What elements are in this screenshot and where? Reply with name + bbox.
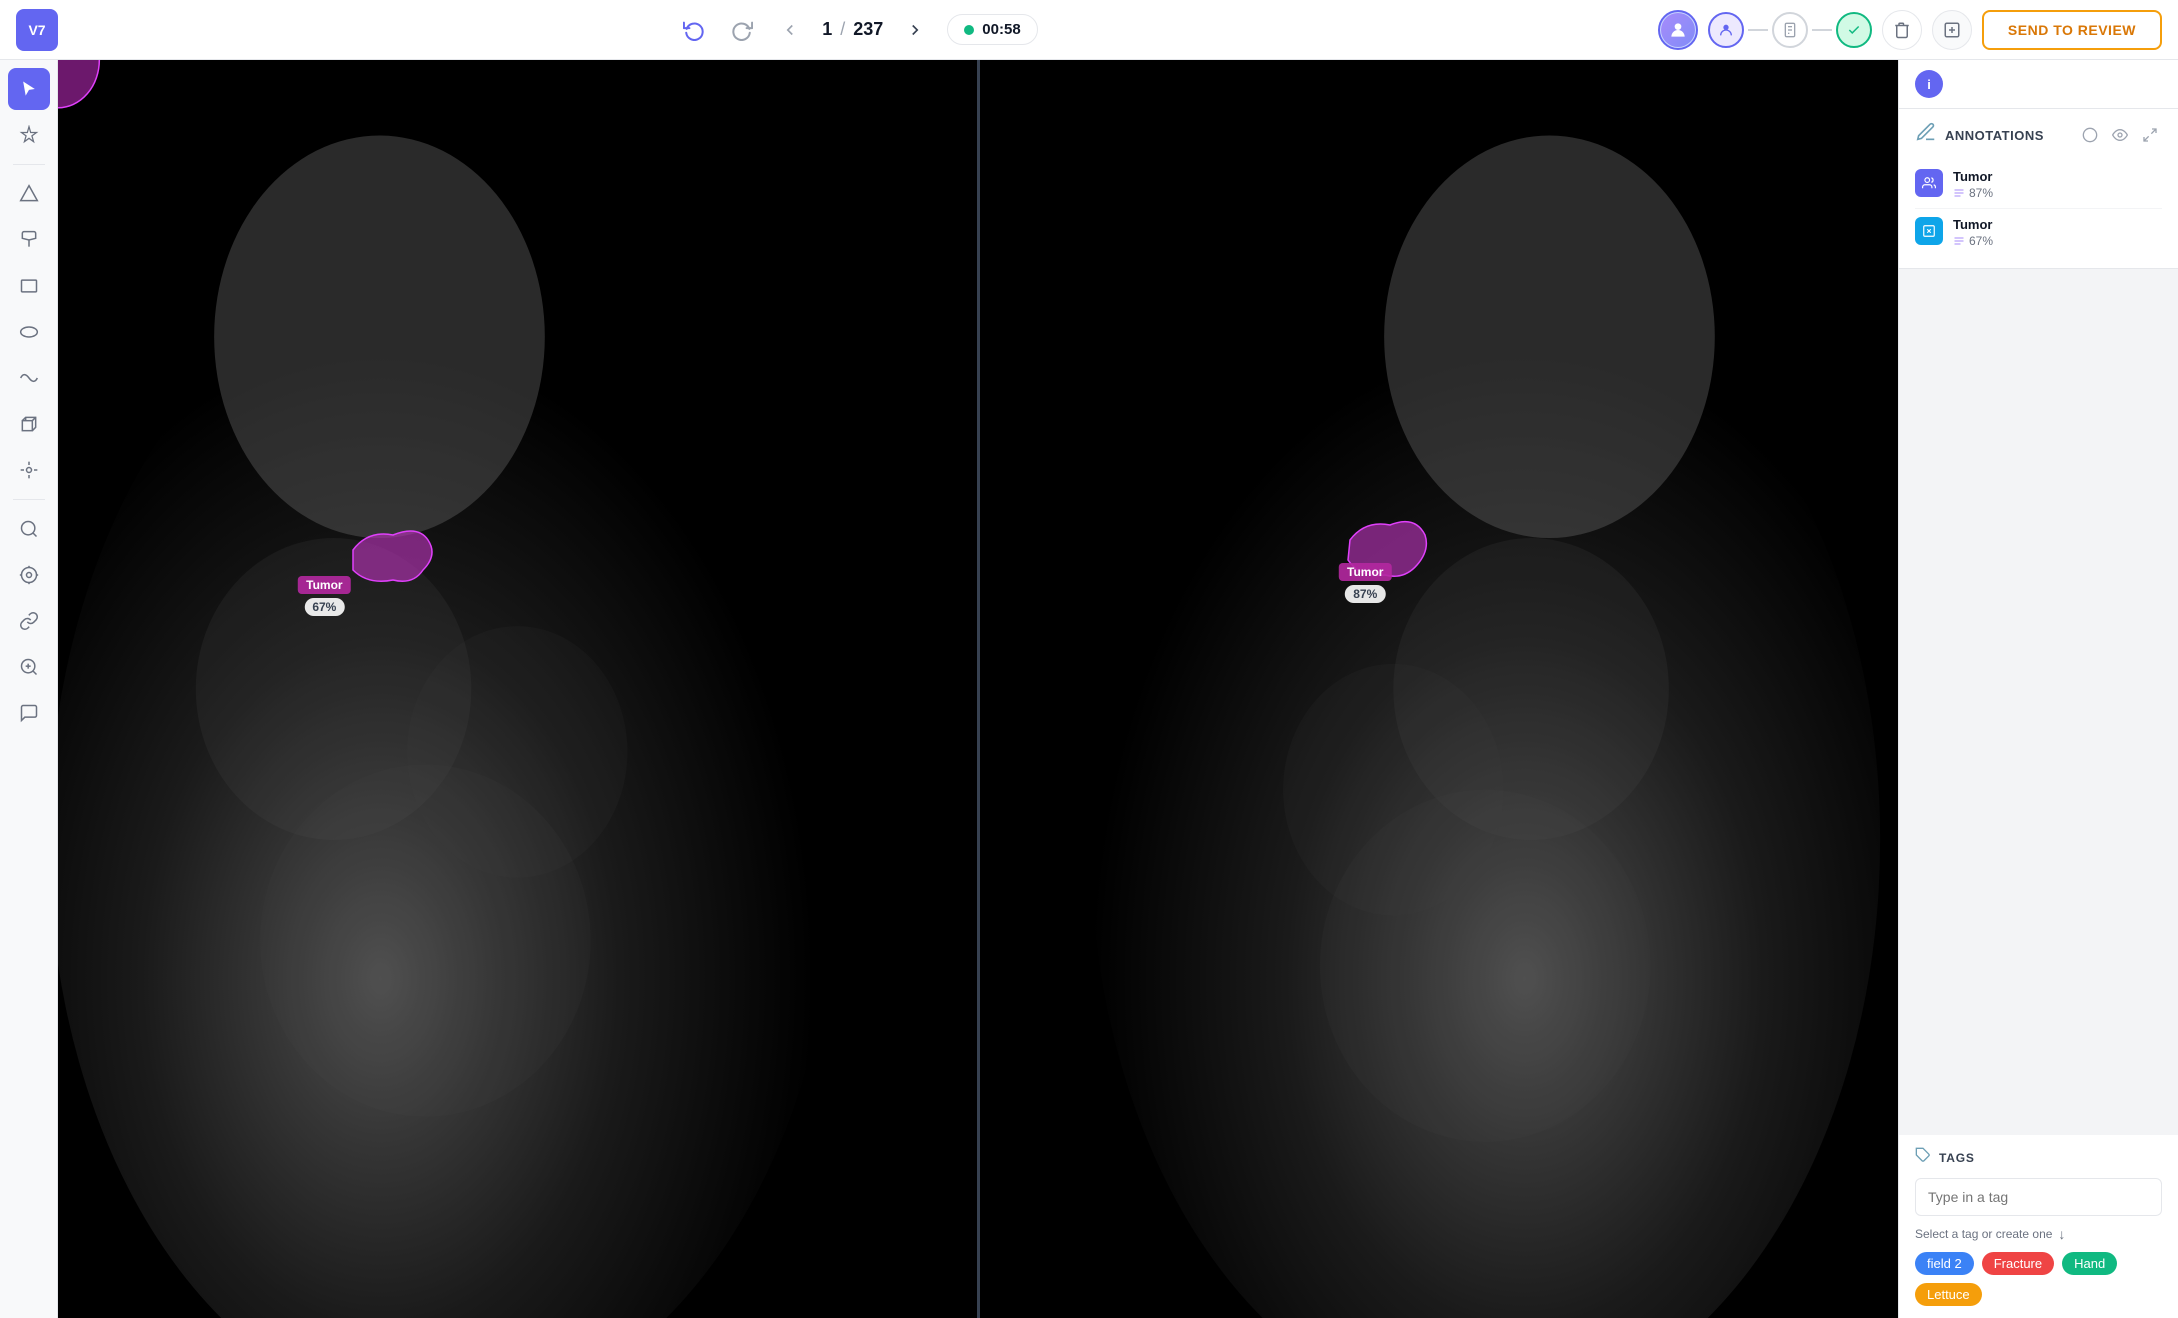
- anno-circle-button[interactable]: [2078, 123, 2102, 147]
- tag-chip-fracture[interactable]: Fracture: [1982, 1252, 2054, 1275]
- search-tool-button[interactable]: [8, 508, 50, 550]
- annotation-item-1[interactable]: Tumor 87%: [1915, 161, 2162, 209]
- user-avatar[interactable]: [1658, 10, 1698, 50]
- avatar-image: [1661, 13, 1695, 47]
- workflow-step-annotate[interactable]: [1708, 12, 1744, 48]
- tumor-right-confidence: 87%: [1345, 585, 1385, 603]
- anno-1-meta: 87%: [1953, 186, 2162, 200]
- anno-2-body: Tumor 67%: [1953, 217, 2162, 248]
- tumor-left-label-group: Tumor 67%: [298, 576, 350, 616]
- brush-tool-button[interactable]: [8, 219, 50, 261]
- right-image-panel[interactable]: Tumor 87%: [977, 60, 1899, 1318]
- left-mammogram-svg: [58, 60, 977, 1318]
- main-content: Tumor 67%: [0, 60, 2178, 1318]
- page-navigation: 1 / 237: [822, 19, 883, 40]
- select-tool-button[interactable]: [8, 68, 50, 110]
- select-tag-label: Select a tag or create one: [1915, 1227, 2052, 1241]
- workflow-steps: [1708, 12, 1872, 48]
- anno-visibility-button[interactable]: [2108, 123, 2132, 147]
- keypoint-tool-button[interactable]: [8, 449, 50, 491]
- ellipse-tool-button[interactable]: [8, 311, 50, 353]
- anno-1-body: Tumor 87%: [1953, 169, 2162, 200]
- anno-1-meta-icon: [1953, 187, 1965, 199]
- delete-button[interactable]: [1882, 10, 1922, 50]
- tag-chip-hand[interactable]: Hand: [2062, 1252, 2117, 1275]
- polygon-tool-button[interactable]: [8, 173, 50, 215]
- annotations-title: ANNOTATIONS: [1945, 128, 2070, 143]
- top-bar: V7 1 / 237: [0, 0, 2178, 60]
- left-image-panel[interactable]: Tumor 67%: [58, 60, 977, 1318]
- tag-input[interactable]: [1915, 1178, 2162, 1216]
- tags-icon: [1915, 1147, 1931, 1168]
- workflow-connector-1: [1748, 29, 1768, 31]
- total-pages: 237: [853, 19, 883, 40]
- annotation-item-2[interactable]: Tumor 67%: [1915, 209, 2162, 256]
- tags-header: TAGS: [1915, 1147, 2162, 1168]
- info-button[interactable]: i: [1915, 70, 1943, 98]
- tumor-right-label-group: Tumor 87%: [1339, 563, 1391, 603]
- anno-2-avatar: [1915, 217, 1943, 245]
- send-to-review-button[interactable]: SEND TO REVIEW: [1982, 10, 2162, 50]
- anno-1-confidence: 87%: [1969, 186, 1993, 200]
- current-page: 1: [822, 19, 832, 40]
- spline-tool-button[interactable]: [8, 357, 50, 399]
- page-separator: /: [840, 19, 845, 40]
- top-bar-right: SEND TO REVIEW: [1658, 10, 2162, 50]
- tag-chip-lettuce[interactable]: Lettuce: [1915, 1283, 1982, 1306]
- rectangle-tool-button[interactable]: [8, 265, 50, 307]
- measure-tool-button[interactable]: [8, 554, 50, 596]
- tag-chip-field2[interactable]: field 2: [1915, 1252, 1974, 1275]
- image-area: Tumor 67%: [58, 60, 1898, 1318]
- annotations-header: ANNOTATIONS: [1915, 121, 2162, 149]
- timer-badge: 00:58: [947, 14, 1037, 45]
- anno-expand-button[interactable]: [2138, 123, 2162, 147]
- tumor-left-confidence: 67%: [304, 598, 344, 616]
- right-panel: i ANNOTATIONS: [1898, 60, 2178, 1318]
- tumor-left-shape: [353, 531, 432, 581]
- next-image-button[interactable]: [899, 14, 931, 46]
- anno-2-meta: 67%: [1953, 234, 2162, 248]
- comment-tool-button[interactable]: [8, 692, 50, 734]
- tool-divider-1: [13, 164, 45, 165]
- timer-value: 00:58: [982, 21, 1020, 38]
- workflow-connector-2: [1812, 29, 1832, 31]
- tag-chips: field 2 Fracture Hand Lettuce: [1915, 1252, 2162, 1306]
- left-toolbar: [0, 60, 58, 1318]
- anno-2-confidence: 67%: [1969, 234, 1993, 248]
- workflow-step-complete[interactable]: [1836, 12, 1872, 48]
- tags-section: TAGS Select a tag or create one ↓ field …: [1899, 1135, 2178, 1318]
- cuboid-tool-button[interactable]: [8, 403, 50, 445]
- tags-title: TAGS: [1939, 1151, 1975, 1165]
- right-mammogram-svg: [980, 60, 1899, 1318]
- redo-button[interactable]: [726, 14, 758, 46]
- tumor-right-label: Tumor: [1339, 563, 1391, 581]
- right-panel-spacer: [1899, 269, 2178, 1135]
- prev-image-button[interactable]: [774, 14, 806, 46]
- anno-2-name: Tumor: [1953, 217, 2162, 232]
- link-tool-button[interactable]: [8, 600, 50, 642]
- anno-1-avatar: [1915, 169, 1943, 197]
- right-panel-info-row: i: [1899, 60, 2178, 109]
- workflow-step-review[interactable]: [1772, 12, 1808, 48]
- anno-2-meta-icon: [1953, 235, 1965, 247]
- tool-divider-2: [13, 499, 45, 500]
- anno-controls: [2078, 123, 2162, 147]
- select-tag-row: Select a tag or create one ↓: [1915, 1226, 2162, 1242]
- annotations-icon: [1915, 121, 1937, 149]
- assign-button[interactable]: [1932, 10, 1972, 50]
- anno-1-name: Tumor: [1953, 169, 2162, 184]
- zoom-tool-button[interactable]: [8, 646, 50, 688]
- timer-dot: [964, 25, 974, 35]
- logo-button[interactable]: V7: [16, 9, 58, 51]
- annotations-section: ANNOTATIONS: [1899, 109, 2178, 269]
- auto-tool-button[interactable]: [8, 114, 50, 156]
- top-bar-center: 1 / 237 00:58: [70, 14, 1646, 46]
- tumor-left-label: Tumor: [298, 576, 350, 594]
- select-tag-arrow-icon: ↓: [2058, 1226, 2065, 1242]
- undo-button[interactable]: [678, 14, 710, 46]
